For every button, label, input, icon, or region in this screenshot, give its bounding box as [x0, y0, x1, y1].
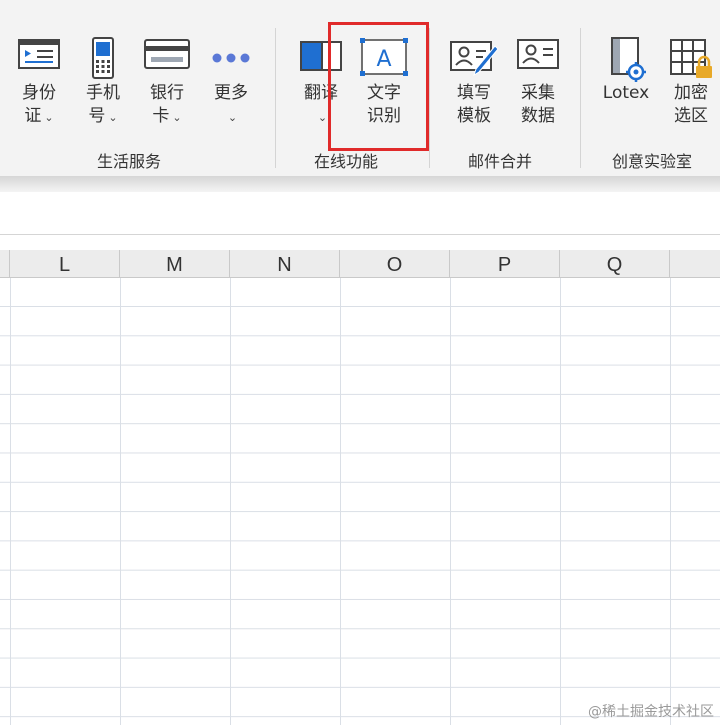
- chevron-down-icon[interactable]: ⌄: [108, 111, 117, 124]
- mobile-number-label-2: 号 ⌄: [88, 106, 118, 126]
- collect-data-label-2: 数据: [521, 106, 555, 126]
- ribbon: 身份 证 ⌄ 手机 号 ⌄ 银行 卡 ⌄ 更多 ⌄ 生活服务 翻译 ⌄ A 文字…: [0, 0, 720, 176]
- bank-card-label-2: 卡 ⌄: [152, 106, 182, 126]
- group-label-online-functions: 在线功能: [314, 152, 379, 171]
- column-header-partial: [0, 250, 10, 278]
- bank-card-button[interactable]: 银行 卡 ⌄: [142, 36, 192, 129]
- ribbon-shadow: [0, 176, 720, 192]
- group-label-creative-lab: 创意实验室: [612, 152, 693, 171]
- more-dots-icon: [209, 36, 253, 82]
- bank-card-label-1: 银行: [150, 83, 184, 103]
- formula-bar-divider: [0, 234, 720, 250]
- mobile-phone-icon: [88, 36, 118, 82]
- id-card-button[interactable]: 身份 证 ⌄: [14, 36, 64, 129]
- column-header-row: L M N O P Q: [0, 250, 720, 278]
- lotex-icon: [604, 36, 648, 82]
- column-header-q[interactable]: Q: [560, 250, 670, 278]
- id-card-label-1: 身份: [22, 83, 56, 103]
- more-label: 更多: [214, 83, 248, 103]
- column-header-p[interactable]: P: [450, 250, 560, 278]
- more-dropdown: ⌄: [225, 105, 237, 129]
- fill-template-label-2: 模板: [457, 106, 491, 126]
- column-header-o[interactable]: O: [340, 250, 450, 278]
- encrypt-selection-label-1: 加密: [674, 83, 708, 103]
- chevron-down-icon[interactable]: ⌄: [44, 111, 53, 124]
- highlight-box: [328, 22, 429, 151]
- column-header-n[interactable]: N: [230, 250, 340, 278]
- group-label-mail-merge: 邮件合并: [468, 152, 533, 171]
- encrypt-selection-button[interactable]: 加密 选区: [666, 36, 716, 128]
- formula-bar-area[interactable]: [0, 192, 720, 234]
- cell-grid[interactable]: [0, 278, 720, 725]
- mobile-number-button[interactable]: 手机 号 ⌄: [78, 36, 128, 129]
- encrypt-selection-label-2: 选区: [674, 106, 708, 126]
- lotex-button[interactable]: Lotex: [598, 36, 654, 105]
- chevron-down-icon[interactable]: ⌄: [318, 111, 327, 124]
- chevron-down-icon[interactable]: ⌄: [228, 111, 237, 124]
- collect-data-button[interactable]: 采集 数据: [512, 36, 564, 128]
- bank-card-icon: [143, 36, 191, 82]
- group-separator: [580, 28, 581, 168]
- fill-template-icon: [449, 36, 499, 82]
- group-separator: [275, 28, 276, 168]
- fill-template-button[interactable]: 填写 模板: [448, 36, 500, 128]
- collect-data-icon: [515, 36, 561, 82]
- column-header-l[interactable]: L: [10, 250, 120, 278]
- id-card-icon: [17, 36, 61, 82]
- group-label-life-services: 生活服务: [97, 152, 162, 171]
- mobile-number-label-1: 手机: [86, 83, 120, 103]
- lotex-label: Lotex: [602, 83, 650, 103]
- fill-template-label-1: 填写: [457, 83, 491, 103]
- group-separator: [429, 28, 430, 168]
- chevron-down-icon[interactable]: ⌄: [172, 111, 181, 124]
- translate-dropdown: ⌄: [315, 105, 327, 129]
- watermark: @稀土掘金技术社区: [588, 704, 714, 720]
- more-button[interactable]: 更多 ⌄: [206, 36, 256, 129]
- encrypt-selection-icon: [667, 36, 715, 82]
- column-header-m[interactable]: M: [120, 250, 230, 278]
- id-card-label-2: 证 ⌄: [24, 106, 54, 126]
- collect-data-label-1: 采集: [521, 83, 555, 103]
